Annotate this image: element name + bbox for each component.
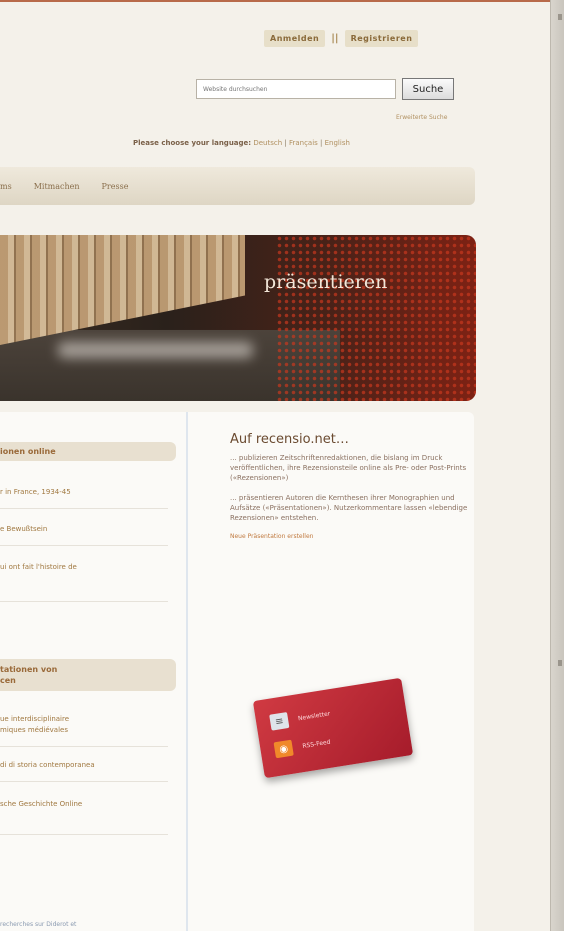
advanced-search-link[interactable]: Erweiterte Suche [396, 114, 447, 121]
nav-item-mitmachen[interactable]: Mitmachen [34, 182, 80, 191]
banner-title: präsentieren [264, 271, 388, 293]
lang-english[interactable]: English [325, 139, 350, 147]
nav-item-partial[interactable]: ms [0, 182, 12, 191]
banner-blurred-caption [58, 342, 253, 358]
main-nav: ms Mitmachen Presse [0, 167, 475, 205]
lang-deutsch[interactable]: Deutsch [253, 139, 282, 147]
browser-page: Anmelden || Registrieren Suche Erweitert… [0, 0, 560, 931]
right-paragraph-1: ... publizieren Zeitschriftenredaktionen… [230, 454, 467, 482]
auth-links: Anmelden || Registrieren [264, 30, 419, 47]
section-reviews-header: ionen online [0, 442, 176, 461]
hero-banner: präsentieren [0, 235, 476, 401]
search-input[interactable] [196, 79, 396, 99]
banner-books-image [0, 235, 245, 345]
newsletter-label: Newsletter [297, 709, 331, 722]
banner-dot-pattern [276, 235, 476, 401]
language-prompt: Please choose your language: [133, 139, 252, 147]
auth-separator: || [331, 33, 339, 44]
search-button[interactable]: Suche [402, 78, 454, 100]
scroll-tick [558, 14, 562, 20]
section-presentations-header: tationen von cen [0, 659, 176, 691]
browser-scrollbar[interactable] [550, 0, 564, 931]
language-selector: Please choose your language: Deutsch | F… [133, 139, 350, 147]
new-presentation-link[interactable]: Neue Präsentation erstellen [230, 533, 470, 540]
newsletter-row[interactable]: ≡ Newsletter [269, 705, 331, 731]
list-item[interactable]: ui ont fait l'histoire de [0, 562, 168, 602]
register-link[interactable]: Registrieren [344, 30, 419, 47]
list-item[interactable]: di di storia contemporanea [0, 760, 168, 782]
rss-row[interactable]: ◉ RSS-Feed [273, 734, 332, 759]
lang-francais[interactable]: Français [289, 139, 318, 147]
list-item[interactable]: e Bewußtsein [0, 524, 168, 546]
right-column: Auf recensio.net… ... publizieren Zeitsc… [230, 432, 470, 540]
main-content: ionen online r in France, 1934-45 e Bewu… [0, 412, 474, 931]
rss-label: RSS-Feed [301, 738, 331, 750]
nav-item-presse[interactable]: Presse [102, 182, 129, 191]
footer-link[interactable]: recherches sur Diderot et [0, 921, 76, 928]
login-link[interactable]: Anmelden [264, 30, 326, 47]
newsletter-icon: ≡ [269, 712, 290, 731]
rss-icon: ◉ [273, 739, 294, 759]
subscribe-card: ≡ Newsletter ◉ RSS-Feed [252, 677, 414, 779]
search-bar: Suche [196, 78, 454, 100]
list-item[interactable]: r in France, 1934-45 [0, 487, 168, 509]
scroll-tick [558, 660, 562, 666]
list-item[interactable]: sche Geschichte Online [0, 799, 168, 835]
right-heading: Auf recensio.net… [230, 432, 349, 447]
list-item[interactable]: ue interdisciplinaire miques médiévales [0, 714, 168, 747]
right-paragraph-2: ... präsentieren Autoren die Kernthesen … [230, 494, 468, 522]
left-column: ionen online r in France, 1934-45 e Bewu… [0, 412, 188, 931]
